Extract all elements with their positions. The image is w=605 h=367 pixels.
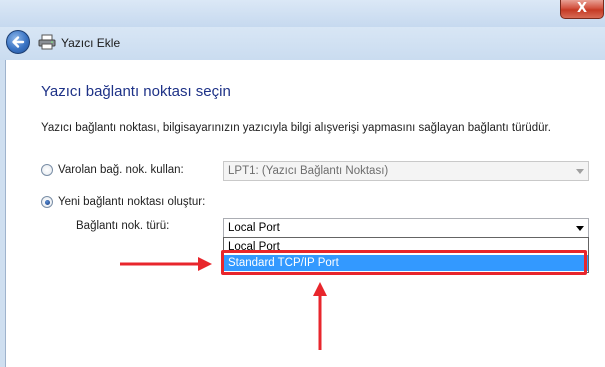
annotation-arrows [120, 257, 327, 350]
right-arrow-icon [120, 257, 212, 271]
up-arrow-icon [313, 282, 327, 350]
